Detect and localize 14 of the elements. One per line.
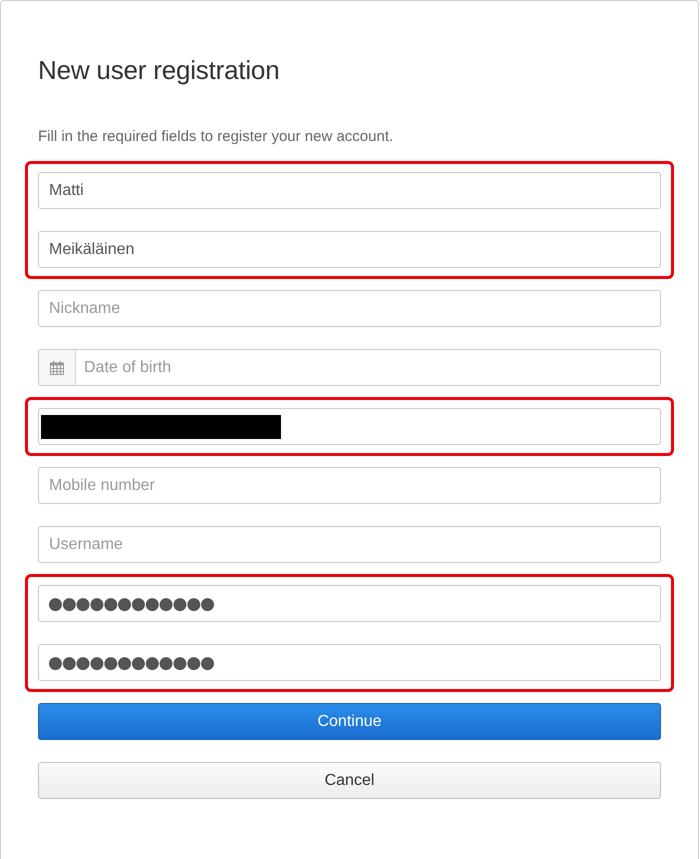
password-field[interactable]: ●●●●●●●●●●●● bbox=[38, 644, 661, 681]
page-title: New user registration bbox=[38, 54, 280, 87]
text-field[interactable]: Mobile number bbox=[38, 467, 661, 504]
text-field[interactable]: Nickname bbox=[38, 290, 661, 327]
date-field[interactable]: Date of birth bbox=[38, 349, 661, 386]
text-field[interactable]: Matti bbox=[38, 172, 661, 209]
password-field[interactable]: ●●●●●●●●●●●● bbox=[38, 585, 661, 622]
cancel-button[interactable]: Cancel bbox=[38, 762, 661, 799]
calendar-icon bbox=[50, 360, 64, 374]
continue-button[interactable]: Continue bbox=[38, 703, 661, 740]
input-field[interactable] bbox=[38, 408, 661, 445]
text-field[interactable]: Meikäläinen bbox=[38, 231, 661, 268]
text-field[interactable]: Username bbox=[38, 526, 661, 563]
instruction-text: Fill in the required fields to register your new account. bbox=[38, 127, 394, 147]
